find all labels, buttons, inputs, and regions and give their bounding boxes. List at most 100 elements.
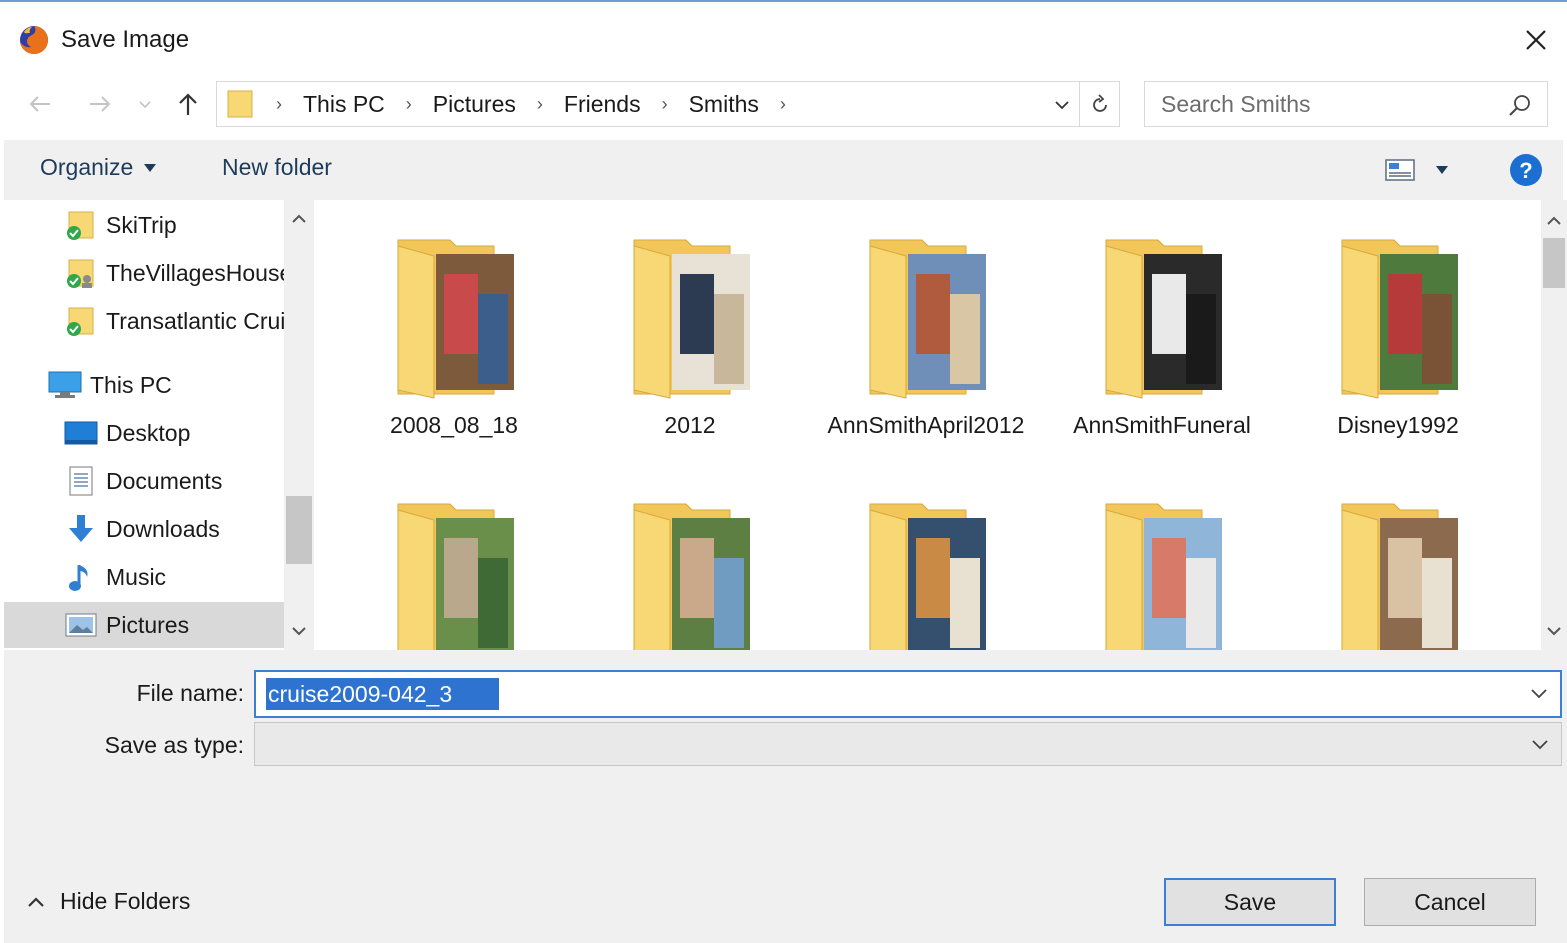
back-button[interactable] xyxy=(22,86,58,122)
cancel-button[interactable]: Cancel xyxy=(1364,878,1536,926)
scroll-up-button[interactable] xyxy=(284,204,314,234)
folder-thumbnail-icon xyxy=(1105,239,1222,399)
folder-item[interactable]: Disney1992 xyxy=(1280,200,1516,440)
crumb-this-pc[interactable]: This PC xyxy=(293,91,395,118)
scroll-down-button[interactable] xyxy=(284,616,314,646)
caret-down-icon xyxy=(144,163,157,172)
folder-item[interactable] xyxy=(1280,464,1516,650)
documents-icon xyxy=(64,464,98,498)
folder-item[interactable]: AnnSmithApril2012 xyxy=(808,200,1044,440)
sidebar-item-transatlantic-cruise[interactable]: Transatlantic Cruise xyxy=(4,298,286,344)
file-list: 2008_08_18 2012 AnnSmithApril2012 AnnSmithF… xyxy=(316,200,1541,650)
file-name-combobox[interactable] xyxy=(254,670,1562,718)
help-icon[interactable]: ? xyxy=(1508,152,1544,188)
view-icon xyxy=(1385,159,1415,181)
music-icon xyxy=(64,560,98,594)
file-name-field[interactable] xyxy=(266,678,499,710)
chevron-right-icon[interactable]: › xyxy=(526,94,554,115)
sidebar-item-thevillageshouse[interactable]: TheVillagesHouse xyxy=(4,250,286,296)
folder-synced-icon xyxy=(64,304,98,338)
folder-item[interactable] xyxy=(808,464,1044,650)
search-input[interactable] xyxy=(1161,82,1501,126)
sidebar-item-label: Music xyxy=(106,563,167,590)
chevron-down-icon xyxy=(1547,627,1561,636)
new-folder-button[interactable]: New folder xyxy=(222,154,332,181)
folder-thumbnail-icon xyxy=(869,239,986,399)
caret-down-icon xyxy=(1436,166,1448,174)
address-bar[interactable]: › This PC › Pictures › Friends › Smiths … xyxy=(216,81,1120,127)
refresh-button[interactable] xyxy=(1083,89,1117,121)
up-button[interactable] xyxy=(170,86,206,122)
chevron-right-icon[interactable]: › xyxy=(769,94,797,115)
folder-name: 2008_08_18 xyxy=(390,412,518,438)
sidebar-scrollbar[interactable] xyxy=(284,200,314,650)
scroll-down-button[interactable] xyxy=(1541,616,1567,646)
refresh-icon xyxy=(1093,94,1107,112)
forward-button[interactable] xyxy=(82,86,118,122)
hide-folders-button[interactable]: Hide Folders xyxy=(26,888,190,915)
crumb-pictures[interactable]: Pictures xyxy=(423,91,526,118)
sidebar-item-label: TheVillagesHouse xyxy=(106,259,286,286)
save-button[interactable]: Save xyxy=(1164,878,1336,926)
chevron-down-icon xyxy=(292,627,306,636)
folder-thumbnail-icon xyxy=(1341,239,1458,399)
view-options-dropdown[interactable] xyxy=(1430,158,1454,182)
sidebar-item-pictures[interactable]: Pictures xyxy=(4,602,286,648)
chevron-up-icon xyxy=(1547,216,1561,225)
sidebar-item-music[interactable]: Music xyxy=(4,554,286,600)
breadcrumb: › This PC › Pictures › Friends › Smiths … xyxy=(265,82,797,126)
folder-item[interactable] xyxy=(336,464,572,650)
scrollbar-thumb[interactable] xyxy=(286,496,312,564)
recent-locations-button[interactable] xyxy=(130,86,160,122)
downloads-icon xyxy=(64,512,98,546)
scrollbar-thumb[interactable] xyxy=(1543,238,1565,288)
sidebar-item-documents[interactable]: Documents xyxy=(4,458,286,504)
crumb-friends[interactable]: Friends xyxy=(554,91,651,118)
address-history-button[interactable] xyxy=(1047,90,1077,120)
chevron-up-icon xyxy=(292,214,306,223)
chevron-down-icon xyxy=(1055,101,1069,110)
search-icon[interactable] xyxy=(1507,92,1533,118)
file-list-scrollbar[interactable] xyxy=(1541,200,1567,650)
folder-name: 2012 xyxy=(664,412,716,438)
chevron-down-icon xyxy=(139,101,151,109)
sidebar-item-this-pc[interactable]: This PC xyxy=(4,362,286,408)
folder-thumbnail-icon xyxy=(1105,503,1222,650)
organize-label: Organize xyxy=(40,154,134,180)
change-view-button[interactable] xyxy=(1382,154,1418,186)
scroll-up-button[interactable] xyxy=(1541,206,1567,236)
folder-icon xyxy=(227,90,253,118)
close-icon[interactable] xyxy=(1516,20,1556,60)
chevron-right-icon[interactable]: › xyxy=(651,94,679,115)
computer-icon xyxy=(48,368,82,402)
folder-item[interactable]: AnnSmithFuneral xyxy=(1044,200,1280,440)
crumb-smiths[interactable]: Smiths xyxy=(679,91,769,118)
save-as-type-dropdown-button[interactable] xyxy=(1527,731,1553,757)
folder-item[interactable]: 2012 xyxy=(572,200,808,440)
folder-name: AnnSmithApril2012 xyxy=(827,412,1025,438)
file-name-label: File name: xyxy=(136,680,244,706)
folder-item[interactable]: 2008_08_18 xyxy=(336,200,572,440)
folder-thumbnail-icon xyxy=(397,503,514,650)
window-title: Save Image xyxy=(61,26,190,53)
folder-name: AnnSmithFuneral xyxy=(1073,412,1251,438)
save-as-type-select[interactable] xyxy=(254,722,1562,766)
search-box[interactable] xyxy=(1144,81,1548,127)
sidebar-item-desktop[interactable]: Desktop xyxy=(4,410,286,456)
save-form: File name: Save as type: Hide Folders Sa… xyxy=(4,650,1567,943)
folder-thumbnail-icon xyxy=(397,239,514,399)
desktop-icon xyxy=(64,416,98,450)
folder-item[interactable] xyxy=(572,464,808,650)
sidebar-item-downloads[interactable]: Downloads xyxy=(4,506,286,552)
file-name-dropdown-button[interactable] xyxy=(1526,680,1552,706)
organize-button[interactable]: Organize xyxy=(40,154,157,181)
save-as-type-label: Save as type: xyxy=(104,732,244,758)
chevron-right-icon[interactable]: › xyxy=(395,94,423,115)
sidebar-item-label: Desktop xyxy=(106,419,191,446)
arrow-left-icon xyxy=(29,96,50,112)
folder-thumbnail-icon xyxy=(1341,503,1458,650)
command-bar: Organize New folder ? xyxy=(4,140,1563,200)
sidebar-item-skitrip[interactable]: SkiTrip xyxy=(4,202,286,248)
folder-thumbnail-icon xyxy=(633,503,750,650)
folder-item[interactable] xyxy=(1044,464,1280,650)
